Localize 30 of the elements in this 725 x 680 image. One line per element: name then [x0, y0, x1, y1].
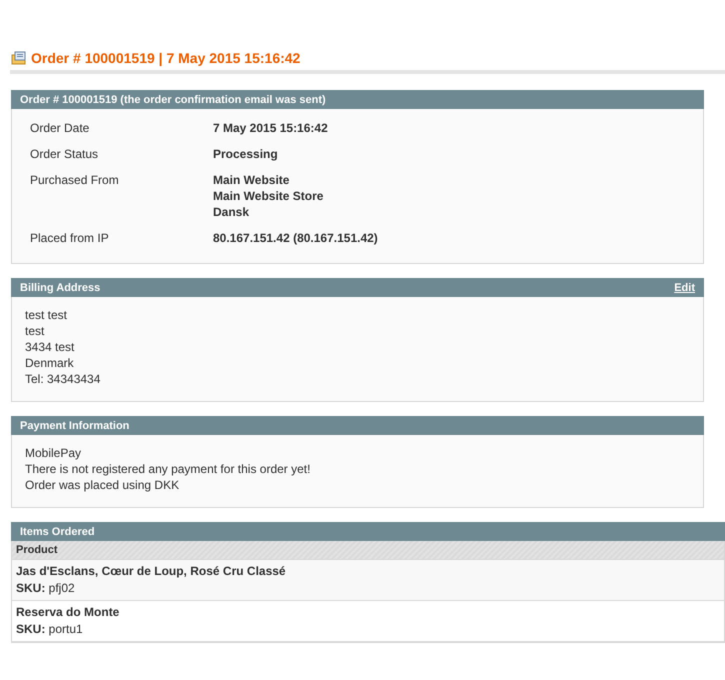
address-line: Tel: 34343434: [25, 371, 102, 387]
field-value: Processing: [213, 146, 279, 162]
product-name: Reserva do Monte: [16, 604, 120, 621]
address-line: test: [25, 323, 46, 339]
field-label: Order Status: [30, 146, 100, 162]
edit-link[interactable]: Edit: [674, 282, 695, 294]
product-name: Jas d'Esclans, Cœur de Loup, Rosé Cru Classé: [16, 563, 287, 580]
product-sku: SKU: portu1: [16, 621, 84, 638]
field-value: Dansk: [213, 204, 250, 220]
field-value: Main Website Store: [213, 188, 324, 204]
section-title: Items Ordered: [20, 526, 95, 538]
address-line: test test: [25, 307, 68, 323]
address-line: 3434 test: [25, 339, 76, 355]
field-value: 80.167.151.42 (80.167.151.42): [213, 230, 379, 246]
address-line: Denmark: [25, 355, 75, 371]
field-value: Main Website: [213, 172, 290, 188]
payment-text: MobilePay: [25, 445, 82, 461]
payment-text: Order was placed using DKK: [25, 477, 180, 493]
product-sku: SKU: pfj02: [16, 580, 76, 597]
page-title: Order # 100001519 | 7 May 2015 15:16:42: [31, 50, 300, 66]
payment-text: There is not registered any payment for this order yet!: [25, 461, 312, 477]
field-label: Placed from IP: [30, 230, 110, 246]
field-label: Purchased From: [30, 172, 120, 189]
order-icon: [11, 51, 26, 65]
column-header: Product: [12, 541, 724, 560]
section-title: Billing Address: [20, 282, 100, 294]
section-title: Order # 100001519 (the order confirmation email was sent): [20, 94, 326, 106]
section-title: Payment Information: [20, 420, 130, 432]
field-label: Order Date: [30, 120, 90, 136]
field-value: 7 May 2015 15:16:42: [213, 120, 329, 136]
